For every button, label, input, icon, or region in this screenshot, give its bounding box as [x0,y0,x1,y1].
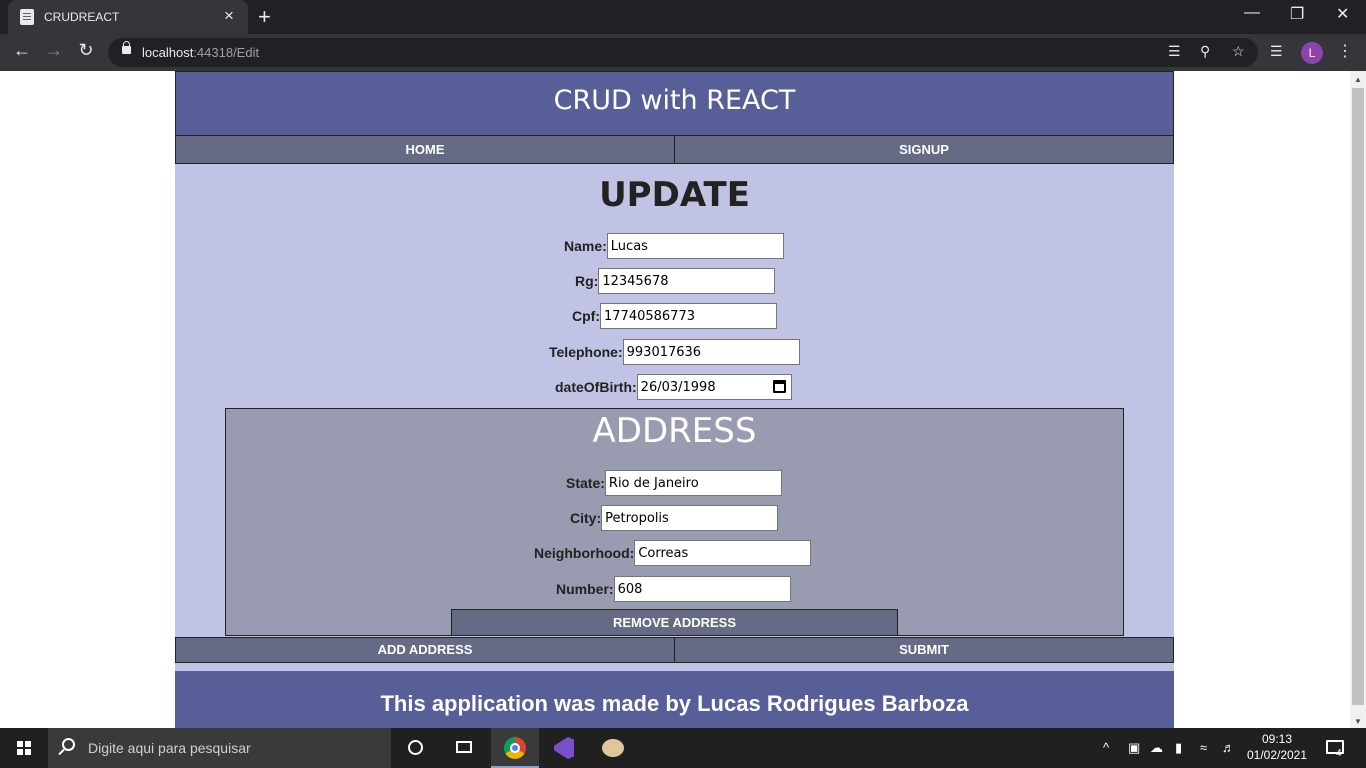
app-header: CRUD with REACT [175,71,1174,136]
window-close-icon[interactable]: ✕ [1336,4,1349,24]
taskbar-search[interactable]: Digite aqui para pesquisar [48,728,391,768]
city-label: City: [570,510,602,526]
nav-home[interactable]: HOME [176,136,675,163]
rg-input[interactable] [598,268,776,294]
scroll-down-icon[interactable]: ▼ [1354,717,1362,726]
cpf-input[interactable] [600,303,777,329]
url-path: :44318/Edit [193,45,260,60]
app-footer: This application was made by Lucas Rodri… [175,671,1174,728]
cpf-field: Cpf: [572,303,777,329]
taskbar-clock[interactable]: 09:13 01/02/2021 [1244,731,1310,763]
rg-field: Rg: [575,268,776,294]
neighborhood-label: Neighborhood: [534,545,635,561]
battery-icon[interactable]: ▮ [1175,740,1182,756]
remove-address-button[interactable]: REMOVE ADDRESS [451,609,898,636]
date-of-birth-field: dateOfBirth: [555,374,792,400]
name-label: Name: [564,238,607,254]
app-title: CRUD with REACT [553,85,796,116]
minimize-icon[interactable]: — [1244,4,1260,22]
browser-tab[interactable]: CRUDREACT × [8,0,248,34]
profile-avatar[interactable]: L [1301,42,1323,64]
address-section: ADDRESS State: City: Neighborhood: Numbe… [225,408,1124,636]
clock-date: 01/02/2021 [1246,748,1308,762]
state-input[interactable] [604,470,782,496]
number-label: Number: [556,581,614,597]
search-placeholder: Digite aqui para pesquisar [88,740,251,756]
search-icon [62,738,75,751]
name-input[interactable] [606,233,784,259]
tray-chevron-icon[interactable]: ^ [1103,740,1109,755]
page-title: UPDATE [599,175,750,215]
url-text[interactable]: localhost:44318/Edit [142,45,259,60]
footer-text: This application was made by Lucas Rodri… [380,691,969,716]
tab-title: CRUDREACT [44,10,120,24]
neighborhood-field: Neighborhood: [534,540,812,566]
browser-toolbar: ← → ↻ localhost:44318/Edit ☰ ⚲ ☆ ☰ L ⋮ [0,34,1366,71]
main-nav: HOME SIGNUP [175,135,1174,164]
menu-icon[interactable]: ⋮ [1337,41,1353,61]
page-favicon-icon [20,9,34,25]
app-container: CRUD with REACT HOME SIGNUP UPDATE Name:… [175,71,1174,728]
chrome-icon[interactable] [491,728,539,768]
date-picker [636,374,792,400]
date-of-birth-input[interactable] [636,374,792,400]
action-center-button[interactable]: 4 [1322,728,1366,768]
state-field: State: [566,470,782,496]
page-viewport: CRUD with REACT HOME SIGNUP UPDATE Name:… [0,71,1350,728]
reload-icon[interactable]: ↻ [74,40,98,61]
calendar-icon[interactable] [772,380,786,393]
browser-tab-strip: CRUDREACT × + — ❐ ✕ [0,0,1366,34]
telephone-label: Telephone: [549,344,623,360]
task-view-icon[interactable] [440,728,488,768]
address-title: ADDRESS [592,411,757,451]
start-button[interactable] [0,728,48,768]
clock-time: 09:13 [1261,732,1293,746]
windows-logo-icon [17,741,31,755]
wifi-icon[interactable]: ≈ [1200,740,1207,755]
media-control-icon[interactable]: ☰ [1270,43,1283,60]
paint-icon[interactable] [589,728,637,768]
cpf-label: Cpf: [572,308,600,324]
city-field: City: [570,505,779,531]
lock-icon [122,41,131,54]
rg-label: Rg: [575,273,599,289]
onedrive-icon[interactable]: ☁ [1150,740,1163,756]
telephone-input[interactable] [622,339,800,365]
nav-signup[interactable]: SIGNUP [675,136,1173,163]
forward-icon[interactable]: → [42,40,66,61]
telephone-field: Telephone: [549,339,800,365]
number-field: Number: [556,576,791,602]
meet-now-icon[interactable]: ▣ [1128,740,1140,756]
state-label: State: [566,475,605,491]
scroll-up-icon[interactable]: ▲ [1354,75,1362,84]
close-tab-icon[interactable]: × [224,7,234,25]
cortana-icon[interactable] [392,728,440,768]
back-icon[interactable]: ← [10,40,34,61]
scroll-thumb[interactable] [1352,88,1364,705]
name-field: Name: [564,233,784,259]
address-bar[interactable]: localhost:44318/Edit ☰ ⚲ ☆ [108,38,1258,67]
number-input[interactable] [613,576,791,602]
translate-icon[interactable]: ☰ [1168,43,1181,60]
notification-count: 4 [1336,748,1342,759]
new-tab-icon[interactable]: + [258,4,271,30]
url-host: localhost [142,45,194,60]
form-actions: ADD ADDRESS SUBMIT [175,637,1174,663]
volume-icon[interactable]: ♬ [1222,740,1235,755]
date-of-birth-label: dateOfBirth: [555,379,637,395]
windows-taskbar: Digite aqui para pesquisar ^ ▣ ☁ ▮ ≈ ♬ 0… [0,728,1366,768]
page-scrollbar[interactable]: ▲ ▼ [1350,71,1366,728]
city-input[interactable] [601,505,779,531]
bookmark-star-icon[interactable]: ☆ [1232,43,1245,60]
neighborhood-input[interactable] [634,540,812,566]
visual-studio-icon[interactable] [540,728,588,768]
zoom-icon[interactable]: ⚲ [1200,43,1210,60]
submit-button[interactable]: SUBMIT [675,638,1173,662]
add-address-button[interactable]: ADD ADDRESS [176,638,675,662]
restore-icon[interactable]: ❐ [1290,4,1304,24]
